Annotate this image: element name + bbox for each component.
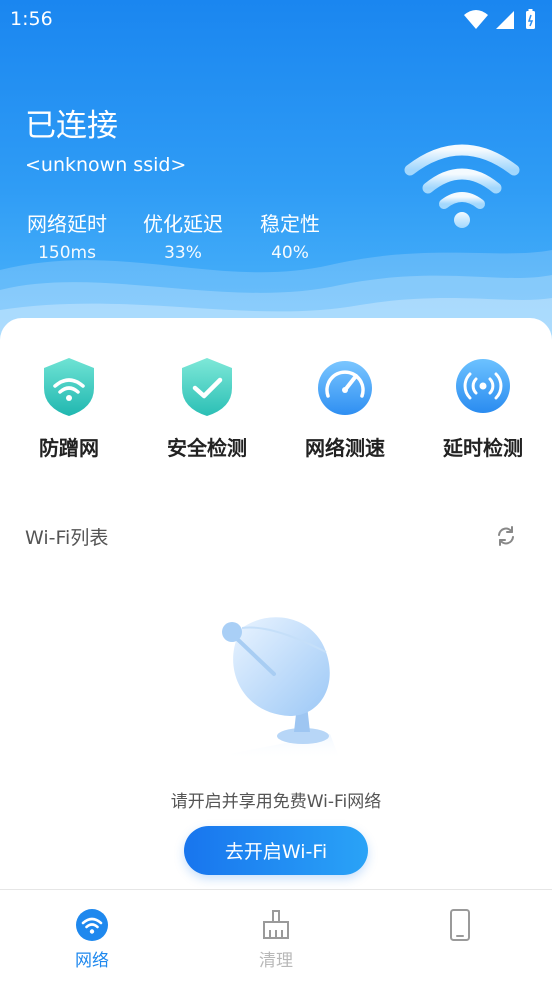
nav-tab-clean[interactable]: 清理: [184, 890, 368, 981]
feature-speed-test[interactable]: 网络测速: [290, 356, 400, 461]
connection-status-title: 已连接: [25, 108, 118, 144]
feature-label: 延时检测: [443, 436, 523, 460]
feature-label: 网络测速: [305, 436, 385, 460]
open-wifi-button[interactable]: 去开启Wi-Fi: [184, 826, 368, 875]
wifi-status-icon: [464, 10, 488, 29]
wifi-tab-icon: [76, 909, 108, 941]
refresh-icon[interactable]: [494, 524, 518, 548]
bottom-nav: 网络 清理: [0, 889, 552, 981]
stat-optimization: 优化延迟 33%: [123, 208, 243, 263]
wifi-empty-hint: 请开启并享用免费Wi-Fi网络: [170, 792, 382, 812]
shield-wifi-icon: [44, 358, 94, 416]
feature-label: 防蹭网: [39, 436, 99, 460]
phone-icon: [450, 909, 470, 941]
feature-label: 安全检测: [167, 436, 247, 460]
stat-stability: 稳定性 40%: [230, 208, 350, 263]
cellular-signal-icon: [496, 11, 514, 29]
stat-label: 稳定性: [260, 212, 320, 236]
stat-label: 优化延迟: [143, 212, 223, 236]
battery-icon: [526, 11, 535, 29]
feature-security-check[interactable]: 安全检测: [152, 356, 262, 461]
stat-value: 150ms: [38, 243, 96, 263]
status-time: 1:56: [10, 8, 53, 30]
nav-tab-network[interactable]: 网络: [0, 890, 184, 981]
wifi-large-icon: [404, 144, 520, 228]
nav-tab-phone[interactable]: [368, 890, 552, 981]
nav-label: 网络: [75, 951, 109, 971]
shield-check-icon: [182, 358, 232, 416]
speedometer-icon: [318, 361, 372, 415]
status-icons: [464, 9, 535, 29]
stat-value: 33%: [164, 243, 202, 263]
stat-latency: 网络延时 150ms: [7, 208, 127, 263]
satellite-dish-illustration: [222, 617, 340, 760]
feature-latency-check[interactable]: 延时检测: [428, 356, 538, 461]
status-bar: 1:56: [0, 0, 552, 40]
nav-label: 清理: [259, 951, 293, 971]
wifi-list-title: Wi-Fi列表: [25, 527, 109, 549]
stat-value: 40%: [271, 243, 309, 263]
connection-header: 1:56 已连接 <unknown ssid> 网络延时 150ms 优化延迟 …: [0, 0, 552, 340]
stat-label: 网络延时: [27, 212, 107, 236]
broom-icon: [263, 910, 289, 939]
feature-anti-rub-net[interactable]: 防蹭网: [14, 356, 124, 461]
ssid-label: <unknown ssid>: [25, 154, 187, 176]
signal-radar-icon: [456, 359, 510, 413]
